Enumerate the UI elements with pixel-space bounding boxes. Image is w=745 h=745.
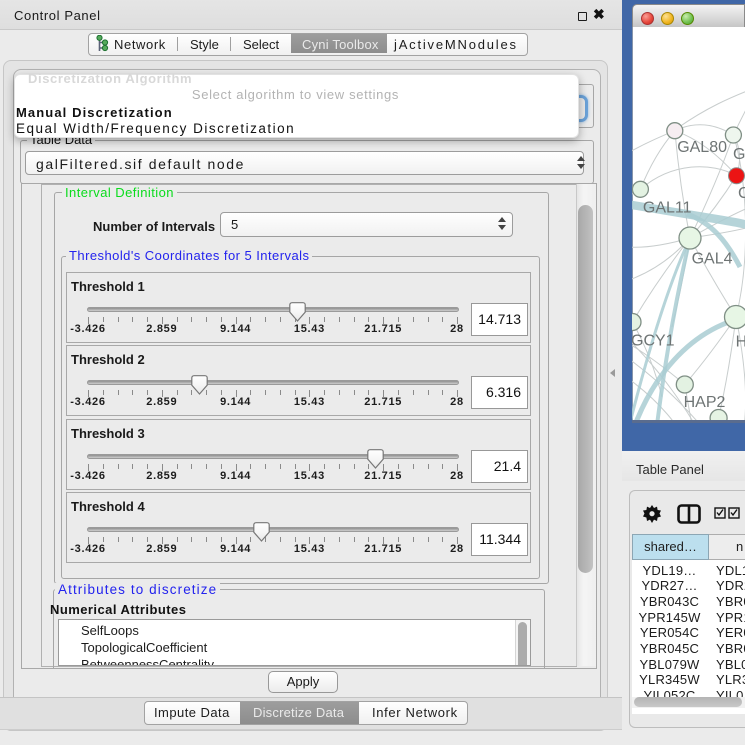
svg-text:GAL11: GAL11 (643, 200, 692, 217)
svg-text:G.: G. (733, 146, 745, 163)
svg-text:GCY1: GCY1 (632, 333, 675, 350)
svg-text:GAL4: GAL4 (692, 251, 733, 268)
svg-text:HI: HI (736, 334, 745, 351)
svg-text:GAL80: GAL80 (677, 139, 727, 156)
svg-text:HAP2: HAP2 (684, 394, 726, 411)
svg-text:C: C (738, 185, 745, 202)
